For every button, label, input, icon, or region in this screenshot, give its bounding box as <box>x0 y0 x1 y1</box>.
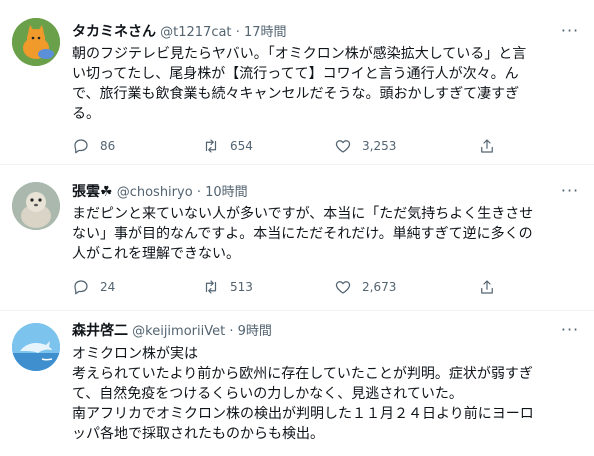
reply-icon <box>74 139 88 154</box>
retweet-icon <box>205 139 217 153</box>
tweet-text: 朝のフジテレビ見たらヤバい。「オミクロン株が感染拡大している」と言 い切ってたし… <box>72 44 580 124</box>
share-icon <box>481 280 493 294</box>
tweet-line: ッパ各地で採取されたものからも検出。 <box>72 426 324 442</box>
share-icon <box>481 139 493 153</box>
cat-avatar-icon <box>12 18 60 66</box>
tweet-3[interactable]: 森井啓二 @keijimoriiVet · 9時間 ··· オミクロン株が実は … <box>0 311 594 456</box>
tweet-line: オミクロン株が実は <box>72 346 198 362</box>
reply-count: 24 <box>100 280 116 294</box>
avatar[interactable] <box>12 182 60 230</box>
retweet-icon <box>205 280 217 294</box>
separator-dot: · <box>229 324 234 339</box>
timestamp[interactable]: 9時間 <box>238 324 272 339</box>
tweet-line: 朝のフジテレビ見たらヤバい。「オミクロン株が感染拡大している」と言 <box>72 46 527 62</box>
heart-icon <box>335 281 351 294</box>
tweet-line: 人がこれを理解できない。 <box>72 246 240 262</box>
separator-dot: · <box>196 185 201 200</box>
more-options-icon[interactable]: ··· <box>560 183 580 204</box>
more-options-icon[interactable]: ··· <box>560 23 580 44</box>
display-name[interactable]: タカミネさん <box>72 24 156 40</box>
tweet-line: る。 <box>72 106 100 122</box>
retweet-count: 513 <box>230 280 253 294</box>
user-handle[interactable]: @t1217cat <box>160 25 231 40</box>
display-name[interactable]: 森井啓二 <box>72 323 128 339</box>
reply-count: 86 <box>100 139 116 153</box>
like-count: 3,253 <box>362 139 397 153</box>
tweet-line: で、旅行業も飲食業も続々キャンセルだそうな。頭おかしすぎて凄すぎ <box>72 86 520 102</box>
retweet-count: 654 <box>230 139 253 153</box>
display-name[interactable]: 張雲☘ <box>72 184 113 200</box>
tweet-header: 森井啓二 @keijimoriiVet · 9時間 <box>72 321 554 341</box>
user-handle[interactable]: @keijimoriiVet <box>132 324 225 339</box>
avatar[interactable] <box>12 323 60 371</box>
animal-avatar-icon <box>12 182 60 230</box>
more-options-icon[interactable]: ··· <box>560 322 580 343</box>
tweet-line: ない」事が目的なんですよ。本当にただそれだけ。単純すぎて逆に多くの <box>72 226 533 242</box>
tweet-line: い切ってたし、尾身株が【流行ってて】コワイと言う通行人が次々。ん <box>72 66 519 82</box>
tweet-actions: 24 513 2,673 <box>72 277 512 297</box>
user-handle[interactable]: @choshiryo <box>117 185 193 200</box>
tweet-header: タカミネさん @t1217cat · 17時間 <box>72 22 554 42</box>
dolphin-avatar-icon <box>12 323 60 371</box>
tweet-line: 南アフリカでオミクロン株の検出が判明した１１月２４日より前にヨーロ <box>72 406 534 422</box>
tweet-line: まだピンと来ていない人が多いですが、本当に「ただ気持ちよく生きさせ <box>72 206 534 222</box>
tweet-text: オミクロン株が実は 考えられていたより前から欧州に存在していたことが判明。症状が… <box>72 344 580 444</box>
tweet-actions: 86 654 3,253 <box>72 136 512 156</box>
tweet-line: 考えられていたより前から欧州に存在していたことが判明。症状が弱すぎ <box>72 366 533 382</box>
heart-icon <box>335 140 351 153</box>
avatar[interactable] <box>12 18 60 66</box>
separator-dot: · <box>235 25 240 40</box>
tweet-line: て、自然免疫をつけるくらいの力しかなく、見逃されていた。 <box>72 386 463 402</box>
reply-icon <box>74 280 88 295</box>
tweet-text: まだピンと来ていない人が多いですが、本当に「ただ気持ちよく生きさせ ない」事が目… <box>72 204 580 264</box>
tweet-2[interactable]: 張雲☘ @choshiryo · 10時間 ··· まだピンと来ていない人が多い… <box>0 165 594 311</box>
tweet-1[interactable]: タカミネさん @t1217cat · 17時間 ··· 朝のフジテレビ見たらヤバ… <box>0 0 594 165</box>
timestamp[interactable]: 17時間 <box>244 25 287 40</box>
like-count: 2,673 <box>362 280 397 294</box>
timestamp[interactable]: 10時間 <box>205 185 248 200</box>
tweet-header: 張雲☘ @choshiryo · 10時間 <box>72 182 554 202</box>
